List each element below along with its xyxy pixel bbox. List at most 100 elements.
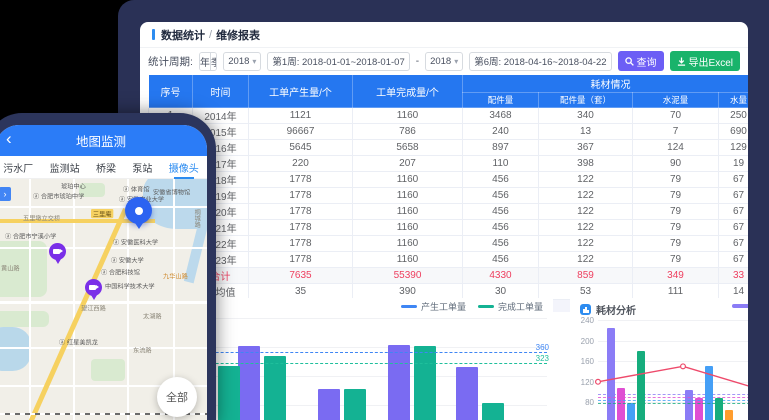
table-cell: 786 — [353, 124, 463, 140]
filter-bar: 统计周期: 年 季 月 周 日 2018 ▾ 第1周: 2018-01-01~2… — [140, 48, 748, 74]
table-cell: 79 — [633, 236, 719, 252]
end-week-value: 第6周: 2018-04-16~2018-04-22 — [474, 54, 606, 68]
tab-camera[interactable]: 摄像头 — [169, 156, 199, 179]
table-cell: 456 — [463, 188, 539, 204]
table-total-row: 合计763555390433085934933 — [149, 268, 749, 284]
report-table: 序号 时间 工单产生量/个 工单完成量/个 耗材情况 配件量 配件量（套） 水泥… — [148, 74, 748, 300]
reference-line-label: 360 — [536, 343, 549, 352]
query-button[interactable]: 查询 — [618, 51, 664, 71]
segment-year[interactable]: 年 — [200, 53, 211, 70]
table-cell: 122 — [539, 236, 633, 252]
table-cell: 1778 — [249, 236, 353, 252]
chart-icon — [580, 304, 591, 315]
table-cell: 1160 — [353, 236, 463, 252]
col-subheader-4: 水量 — [719, 93, 749, 108]
camera-pin-marker[interactable] — [85, 279, 102, 296]
table-cell: 1160 — [353, 252, 463, 268]
selected-camera-marker[interactable] — [125, 197, 152, 224]
map-road — [0, 206, 207, 208]
map-label: ⓐ 红星美凯龙 — [59, 337, 98, 346]
table-cell: 13 — [539, 124, 633, 140]
start-year-select[interactable]: 2018 ▾ — [223, 52, 261, 71]
trend-line — [598, 366, 748, 392]
trend-point — [681, 364, 686, 369]
map-expand-button[interactable]: › — [0, 187, 11, 201]
bar — [218, 366, 240, 420]
table-cell: 1778 — [249, 252, 353, 268]
map-label: 中国科学技术大学 — [105, 281, 155, 290]
map-label: 五里墩立交桥 — [23, 213, 60, 222]
table-cell: 897 — [463, 140, 539, 156]
table-cell: 1160 — [353, 172, 463, 188]
table-cell: 340 — [539, 108, 633, 124]
map-road — [0, 347, 207, 349]
trend-line-chart — [570, 316, 748, 420]
tab-pump-station[interactable]: 泵站 — [132, 156, 152, 179]
table-row: 102023年177811604561227967 — [149, 252, 749, 268]
bar — [264, 356, 286, 420]
segment-quarter[interactable]: 季 — [211, 53, 217, 70]
table-body: 12014年1121116034683407025022015年96667786… — [149, 108, 749, 300]
col-header-completed: 工单完成量/个 — [353, 75, 463, 108]
table-row: 92022年177811604561227967 — [149, 236, 749, 252]
col-subheader-3: 水泥量 — [633, 93, 719, 108]
table-cell: 398 — [539, 156, 633, 172]
col-header-created: 工单产生量/个 — [249, 75, 353, 108]
table-cell: 79 — [633, 220, 719, 236]
export-excel-button[interactable]: 导出Excel — [670, 51, 740, 71]
consumables-chart-card: 耗材分析 2402001601208040 — [570, 298, 748, 420]
table-cell: 1778 — [249, 204, 353, 220]
chart-title-row: 耗材分析 — [580, 302, 636, 317]
legend-item: 完成工单量 — [478, 300, 543, 313]
table-cell: 250 — [719, 108, 749, 124]
table-cell: 456 — [463, 252, 539, 268]
table-cell: 67 — [719, 204, 749, 220]
phone-tab-bar: 污水厂 监测站 桥梁 泵站 摄像头 — [0, 156, 207, 179]
bar — [344, 389, 366, 420]
map-label: 桐城路 — [192, 209, 201, 228]
table-cell: 349 — [633, 268, 719, 284]
query-button-label: 查询 — [637, 54, 657, 69]
map-label: 黄山路 — [1, 263, 20, 272]
tab-sewage-plant[interactable]: 污水厂 — [3, 156, 33, 179]
start-week-input[interactable]: 第1周: 2018-01-01~2018-01-07 — [267, 52, 409, 71]
col-header-time: 时间 — [193, 75, 249, 108]
show-all-button[interactable]: 全部 — [157, 377, 197, 417]
table-cell: 19 — [719, 156, 749, 172]
map-label: 安徽省博物馆 — [153, 187, 190, 196]
bar — [388, 345, 410, 420]
bar — [318, 389, 340, 420]
start-year-value: 2018 — [228, 56, 249, 67]
tab-bridge[interactable]: 桥梁 — [96, 156, 116, 179]
table-row: 62019年177811604561227967 — [149, 188, 749, 204]
table-cell: 33 — [719, 268, 749, 284]
report-table-wrap: 序号 时间 工单产生量/个 工单完成量/个 耗材情况 配件量 配件量（套） 水泥… — [148, 74, 748, 300]
table-row: 52018年177811604561227967 — [149, 172, 749, 188]
table-cell: 122 — [539, 252, 633, 268]
page-title: 维修报表 — [216, 27, 260, 43]
camera-icon — [53, 249, 60, 254]
table-cell: 5645 — [249, 140, 353, 156]
table-row: 32016年56455658897367124129 — [149, 140, 749, 156]
table-cell: 1160 — [353, 220, 463, 236]
map-label: ⓐ 安徽医科大学 — [113, 237, 158, 246]
camera-pin-marker[interactable] — [49, 243, 66, 260]
tab-monitor-station[interactable]: 监测站 — [50, 156, 80, 179]
table-cell: 67 — [719, 188, 749, 204]
col-subheader-2: 配件量（套） — [539, 93, 633, 108]
download-icon — [677, 57, 686, 66]
col-header-group: 耗材情况 — [463, 75, 749, 93]
bar — [456, 367, 478, 420]
breadcrumb-section: 数据统计 — [161, 27, 205, 43]
end-year-value: 2018 — [430, 56, 451, 67]
table-cell: 79 — [633, 172, 719, 188]
map-label: ⓐ 合肥科技馆 — [101, 267, 140, 276]
table-cell: 129 — [719, 140, 749, 156]
table-cell: 367 — [539, 140, 633, 156]
map-view[interactable]: › 三里庵 琥珀中心ⓐ 合肥市琥珀中学ⓐ 体育馆ⓐ 安徽农业大学安徽省博物馆桐城… — [0, 179, 207, 420]
end-week-input[interactable]: 第6周: 2018-04-16~2018-04-22 — [469, 52, 611, 71]
end-year-select[interactable]: 2018 ▾ — [425, 52, 463, 71]
back-chevron-icon[interactable]: ‹ — [6, 129, 12, 149]
col-subheader-1: 配件量 — [463, 93, 539, 108]
legend-swatch — [401, 305, 417, 308]
